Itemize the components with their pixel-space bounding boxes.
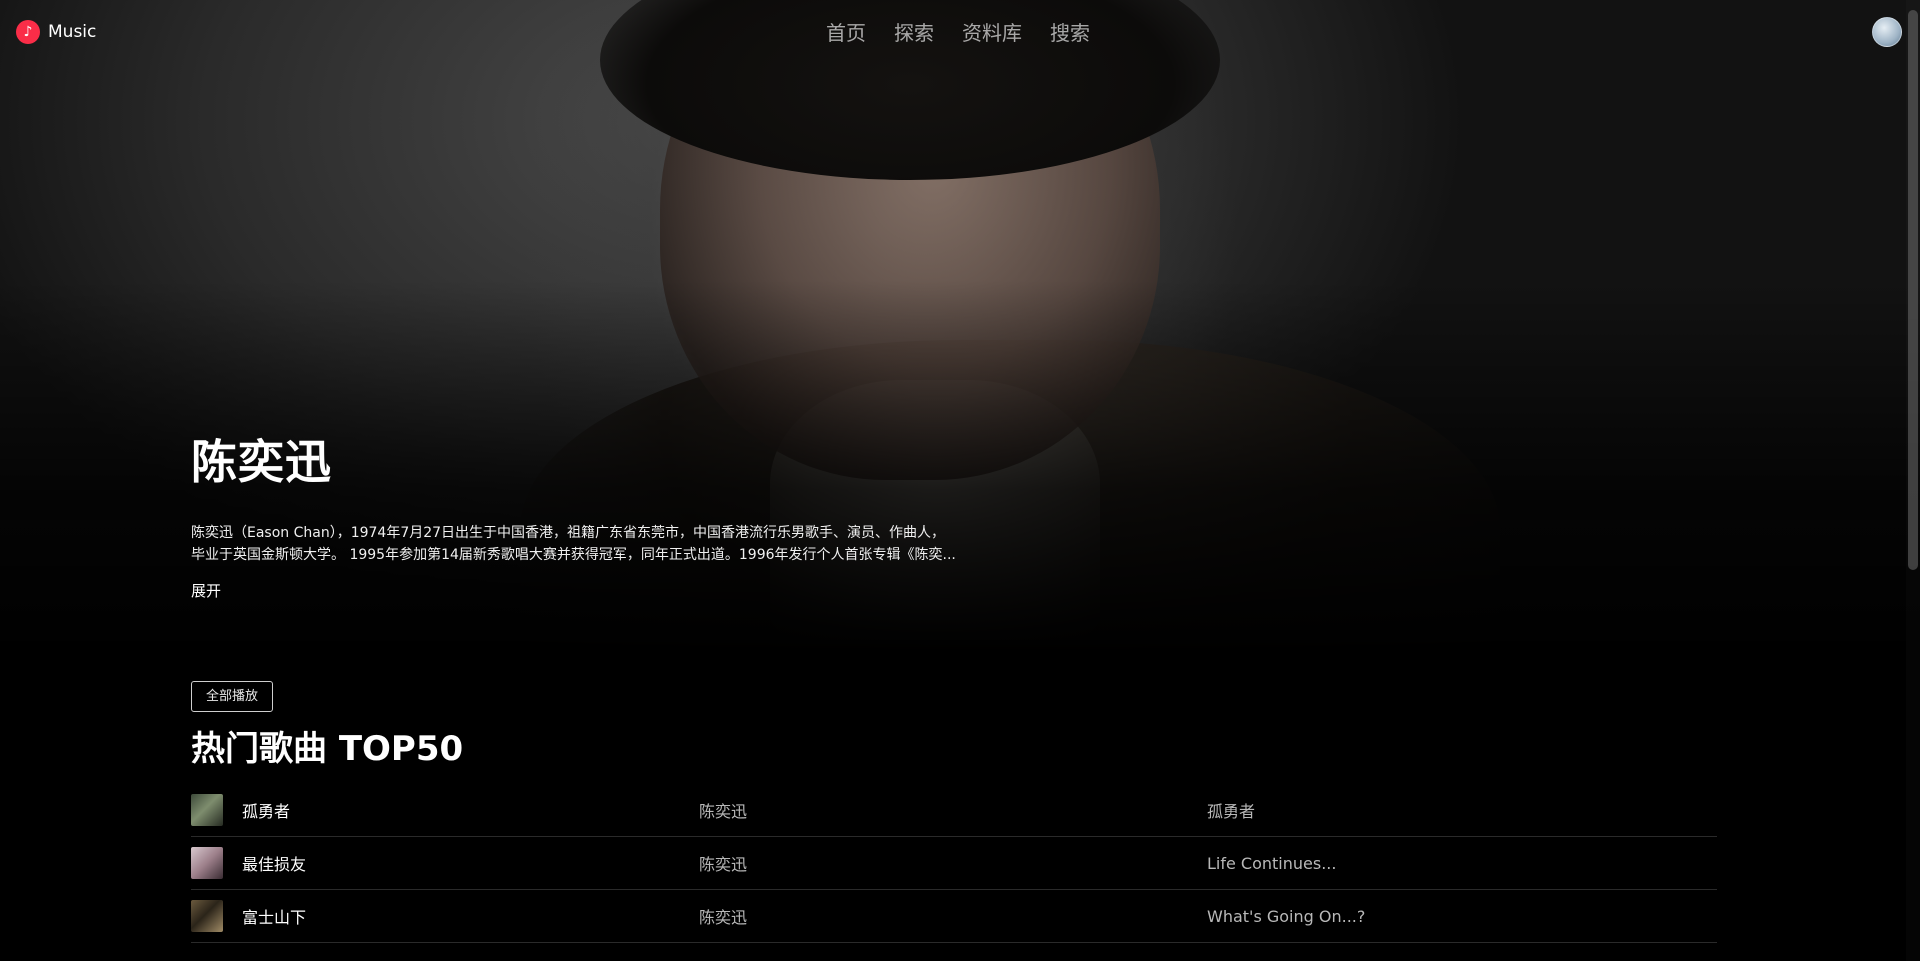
nav-home[interactable]: 首页 bbox=[826, 20, 866, 46]
song-album[interactable]: Life Continues... bbox=[1207, 854, 1336, 873]
artist-bio-line: 陈奕迅（Eason Chan），1974年7月27日出生于中国香港，祖籍广东省东… bbox=[191, 525, 946, 541]
song-artist[interactable]: 陈奕迅 bbox=[699, 851, 1207, 875]
top-header: ♪ Music 首页 探索 资料库 搜索 bbox=[0, 0, 1920, 64]
song-artist[interactable]: 陈奕迅 bbox=[699, 798, 1207, 822]
song-row[interactable]: 富士山下 陈奕迅 What's Going On...? bbox=[191, 890, 1717, 943]
song-title[interactable]: 富士山下 bbox=[242, 904, 699, 928]
top-songs-section: 全部播放 热门歌曲 TOP50 孤勇者 陈奕迅 孤勇者 最佳损友 陈奕迅 Lif… bbox=[191, 681, 1717, 943]
song-title[interactable]: 最佳损友 bbox=[242, 851, 699, 875]
nav-search[interactable]: 搜索 bbox=[1050, 20, 1090, 46]
album-cover-thumbnail[interactable] bbox=[191, 794, 223, 826]
song-list: 孤勇者 陈奕迅 孤勇者 最佳损友 陈奕迅 Life Continues... 富… bbox=[191, 784, 1717, 943]
artist-page: ♪ Music 首页 探索 资料库 搜索 陈奕迅 陈奕迅（Eason Chan）… bbox=[0, 0, 1920, 961]
album-cover-thumbnail[interactable] bbox=[191, 847, 223, 879]
app-logo[interactable]: ♪ Music bbox=[16, 20, 96, 44]
artist-bio: 陈奕迅（Eason Chan），1974年7月27日出生于中国香港，祖籍广东省东… bbox=[191, 522, 961, 566]
main-nav: 首页 探索 资料库 搜索 bbox=[826, 20, 1090, 46]
music-note-icon: ♪ bbox=[16, 20, 40, 44]
artist-info: 陈奕迅 陈奕迅（Eason Chan），1974年7月27日出生于中国香港，祖籍… bbox=[191, 432, 971, 601]
song-row[interactable]: 最佳损友 陈奕迅 Life Continues... bbox=[191, 837, 1717, 890]
song-album[interactable]: 孤勇者 bbox=[1207, 798, 1255, 822]
song-artist[interactable]: 陈奕迅 bbox=[699, 904, 1207, 928]
play-all-button[interactable]: 全部播放 bbox=[191, 681, 274, 712]
nav-library[interactable]: 资料库 bbox=[962, 20, 1022, 46]
song-title[interactable]: 孤勇者 bbox=[242, 798, 699, 822]
song-album[interactable]: What's Going On...? bbox=[1207, 907, 1365, 926]
artist-bio-line: 毕业于英国金斯顿大学。 1995年参加第14届新秀歌唱大赛并获得冠军，同年正式出… bbox=[191, 547, 956, 563]
app-name: Music bbox=[48, 22, 97, 42]
album-cover-thumbnail[interactable] bbox=[191, 900, 223, 932]
scrollbar-thumb[interactable] bbox=[1908, 10, 1918, 570]
page-scrollbar[interactable] bbox=[1906, 0, 1920, 961]
user-avatar[interactable] bbox=[1872, 17, 1902, 47]
nav-explore[interactable]: 探索 bbox=[894, 20, 934, 46]
section-title: 热门歌曲 TOP50 bbox=[191, 729, 464, 769]
artist-name: 陈奕迅 bbox=[191, 435, 332, 489]
song-row[interactable]: 孤勇者 陈奕迅 孤勇者 bbox=[191, 784, 1717, 837]
expand-bio-button[interactable]: 展开 bbox=[191, 580, 221, 601]
